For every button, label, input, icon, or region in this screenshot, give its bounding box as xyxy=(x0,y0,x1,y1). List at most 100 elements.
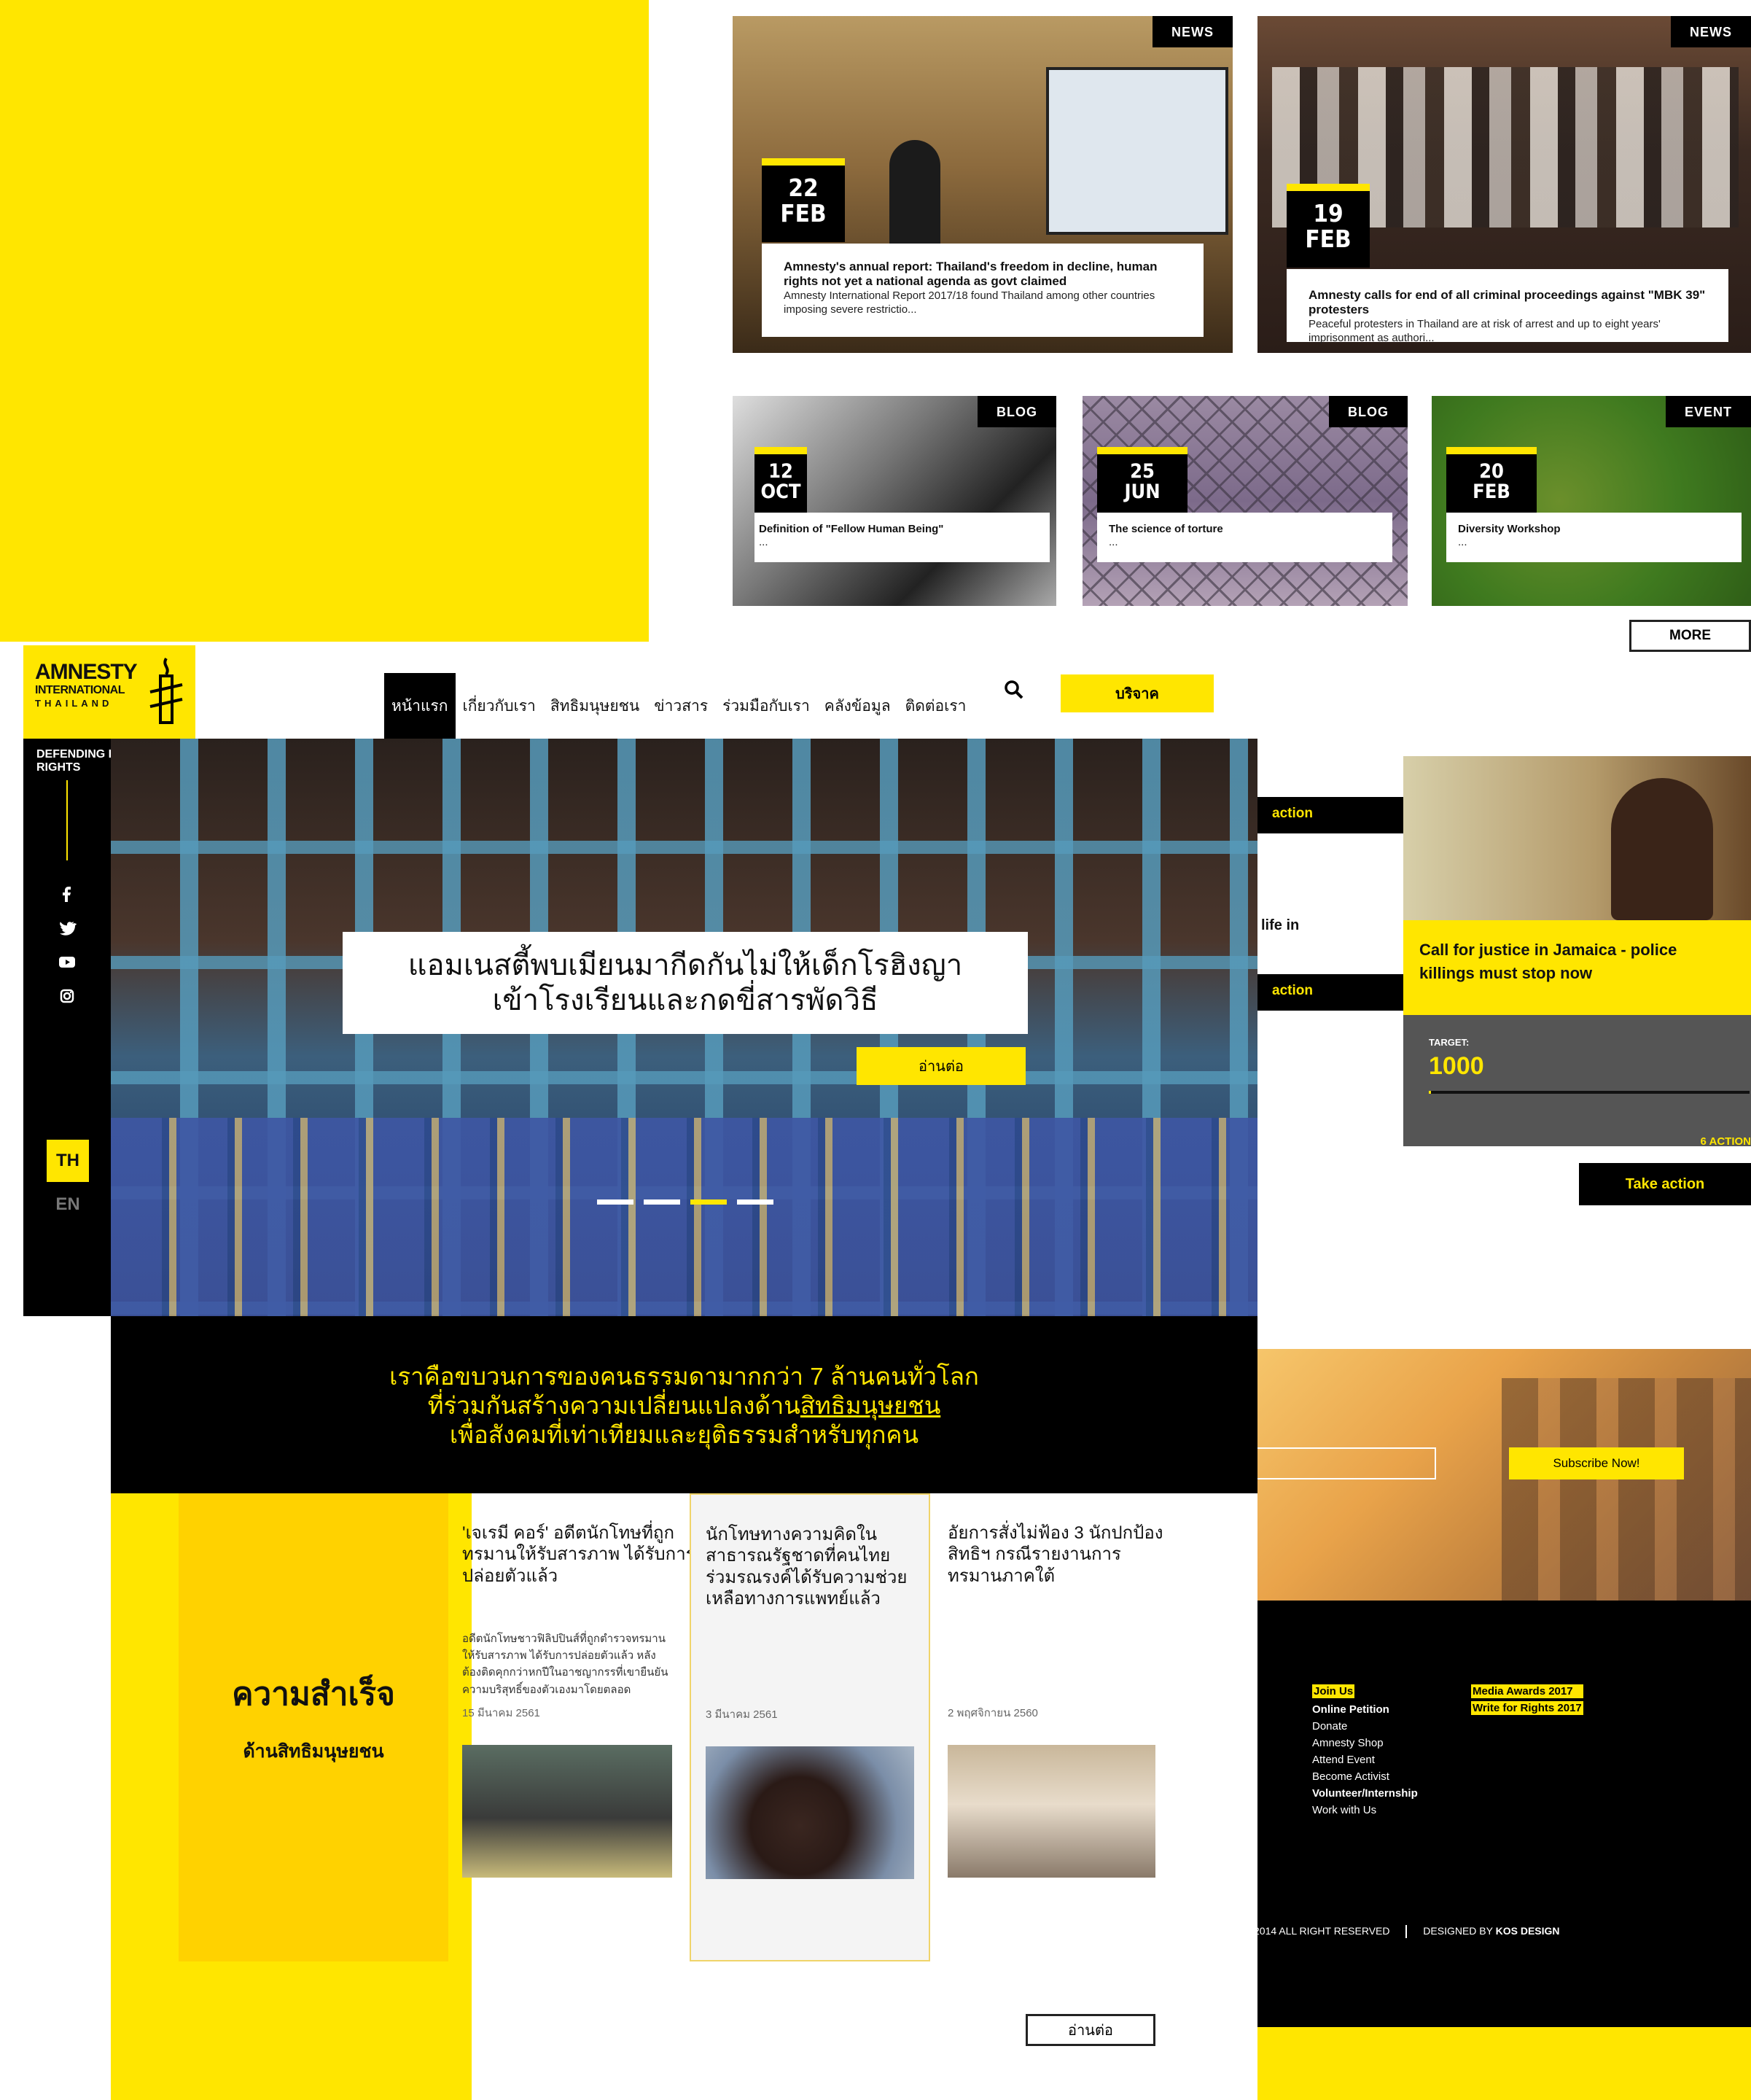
search-icon[interactable] xyxy=(1002,678,1026,701)
news-title[interactable]: Amnesty calls for end of all criminal pr… xyxy=(1309,288,1707,318)
footer-link[interactable]: Attend Event xyxy=(1312,1751,1418,1768)
event-card[interactable]: EVENT 20 FEB Diversity Workshop ... xyxy=(1432,396,1751,606)
hero-read-more-button[interactable]: อ่านต่อ xyxy=(857,1047,1026,1085)
hero-banner: แอมเนสตี้พบเมียนมากีดกันไม่ให้เด็กโรฮิงญ… xyxy=(111,739,1257,1316)
story-title[interactable]: นักโทษทางความคิดในสาธารณรัฐชาดที่คนไทยร่… xyxy=(706,1524,914,1609)
story-title[interactable]: อัยการสั่งไม่ฟ้อง 3 นักปกป้องสิทธิฯ กรณี… xyxy=(948,1522,1166,1587)
news-excerpt: Amnesty International Report 2017/18 fou… xyxy=(784,289,1155,316)
footer-link[interactable]: Amnesty Shop xyxy=(1312,1735,1418,1751)
campaign-title[interactable]: Call for justice in Jamaica - police kil… xyxy=(1419,938,1735,985)
card-title[interactable]: Definition of "Fellow Human Being" xyxy=(759,523,1045,536)
slide-dot[interactable] xyxy=(737,1199,773,1205)
news-tag: NEWS xyxy=(1671,16,1751,47)
copyright-text: 2014 ALL RIGHT RESERVED xyxy=(1254,1925,1390,1937)
date-month: OCT xyxy=(760,481,801,504)
human-rights-link[interactable]: สิทธิมนุษยชน xyxy=(800,1392,940,1419)
date-month: FEB xyxy=(1305,224,1352,253)
lang-en[interactable]: EN xyxy=(47,1186,89,1223)
subscribe-email-field[interactable] xyxy=(1254,1447,1436,1479)
blog-card[interactable]: BLOG 25 JUN The science of torture ... xyxy=(1083,396,1408,606)
youtube-icon[interactable] xyxy=(56,951,78,973)
date-box: 19 FEB xyxy=(1287,184,1370,268)
donate-button[interactable]: บริจาค xyxy=(1061,674,1214,712)
slide-indicators xyxy=(597,1199,773,1205)
footer-col-1: Join Us Online Petition Donate Amnesty S… xyxy=(1312,1684,1418,1819)
story-title[interactable]: 'เจเรมี คอร์' อดีตนักโทษที่ถูกทรมานให้รั… xyxy=(462,1522,695,1587)
instagram-icon[interactable] xyxy=(56,985,78,1007)
designer-name[interactable]: KOS DESIGN xyxy=(1496,1925,1560,1937)
lang-th[interactable]: TH xyxy=(47,1140,89,1182)
date-day: 12 xyxy=(768,460,793,483)
candle-icon xyxy=(149,657,183,724)
card-excerpt: ... xyxy=(1109,536,1118,548)
date-day: 19 xyxy=(1313,199,1344,228)
slide-dot[interactable] xyxy=(597,1199,633,1205)
card-title[interactable]: Diversity Workshop xyxy=(1458,523,1730,536)
take-action-button[interactable]: Take action xyxy=(1579,1163,1751,1205)
footer-copyright: 2014 ALL RIGHT RESERVED DESIGNED BY KOS … xyxy=(1254,1925,1560,1939)
story-excerpt: อดีตนักโทษชาวฟิลิปปินส์ที่ถูกตำรวจทรมานใ… xyxy=(462,1632,668,1696)
news-card[interactable]: NEWS 19 FEB Amnesty calls for end of all… xyxy=(1257,16,1751,353)
story-card[interactable]: อัยการสั่งไม่ฟ้อง 3 นักปกป้องสิทธิฯ กรณี… xyxy=(948,1493,1166,1961)
social-links xyxy=(56,882,78,1011)
yellow-backdrop-left xyxy=(0,0,649,642)
card-excerpt: ... xyxy=(759,536,768,548)
mission-line-2: ที่ร่วมกันสร้างความเปลี่ยนแปลงด้านสิทธิม… xyxy=(427,1392,941,1419)
success-title: ความสำเร็จ xyxy=(232,1676,395,1712)
nav-home[interactable]: หน้าแรก xyxy=(384,673,456,739)
story-card[interactable]: นักโทษทางความคิดในสาธารณรัฐชาดที่คนไทยร่… xyxy=(690,1493,930,1961)
nav-news[interactable]: ข่าวสาร xyxy=(647,673,715,739)
footer-heading[interactable]: Join Us xyxy=(1312,1684,1355,1698)
news-title[interactable]: Amnesty's annual report: Thailand's free… xyxy=(784,260,1182,289)
subscribe-button[interactable]: Subscribe Now! xyxy=(1509,1447,1684,1479)
footer-link[interactable]: Donate xyxy=(1312,1718,1418,1735)
story-card[interactable]: 'เจเรมี คอร์' อดีตนักโทษที่ถูกทรมานให้รั… xyxy=(462,1493,695,1961)
action-button-label: action xyxy=(1272,806,1313,821)
date-box: 12 OCT xyxy=(754,447,807,513)
action-button[interactable]: action xyxy=(1254,797,1409,833)
slide-dot[interactable] xyxy=(644,1199,680,1205)
date-month: JUN xyxy=(1124,481,1161,504)
story-photo xyxy=(706,1746,914,1879)
nav-human-rights[interactable]: สิทธิมนุษยชน xyxy=(543,673,647,739)
footer-link[interactable]: Volunteer/Internship xyxy=(1312,1785,1418,1802)
action-button-label: action xyxy=(1272,983,1313,998)
footer-divider xyxy=(1405,1925,1408,1939)
action-button[interactable]: action xyxy=(1254,974,1409,1011)
progress-track xyxy=(1429,1091,1750,1094)
success-subtitle: ด้านสิทธิมนุษยชน xyxy=(243,1741,384,1762)
date-day: 22 xyxy=(788,174,819,202)
nav-about[interactable]: เกี่ยวกับเรา xyxy=(456,673,543,739)
twitter-icon[interactable] xyxy=(56,917,78,938)
mission-line-3: เพื่อสังคมที่เท่าเทียมและยุติธรรมสำหรับท… xyxy=(449,1421,919,1448)
footer-link[interactable]: Online Petition xyxy=(1312,1701,1418,1718)
campaign-card[interactable]: Call for justice in Jamaica - police kil… xyxy=(1403,756,1751,1148)
more-button[interactable]: MORE xyxy=(1629,620,1751,652)
nav-resources[interactable]: คลังข้อมูล xyxy=(817,673,898,739)
card-tag: BLOG xyxy=(978,396,1056,427)
footer-heading[interactable]: Media Awards 2017 xyxy=(1471,1684,1583,1698)
news-photo-speaker xyxy=(889,140,940,249)
card-title[interactable]: The science of torture xyxy=(1109,523,1381,536)
hero-headline-line-2[interactable]: เข้าโรงเรียนและกดขี่สารพัดวิธี xyxy=(343,983,1028,1018)
slide-dot-active[interactable] xyxy=(690,1199,727,1205)
logo[interactable]: AMNESTY INTERNATIONAL THAILAND xyxy=(23,645,195,739)
facebook-icon[interactable] xyxy=(56,882,78,904)
stories-read-more-button[interactable]: อ่านต่อ xyxy=(1026,2014,1155,2046)
card-tag: BLOG xyxy=(1329,396,1408,427)
footer-link[interactable]: Become Activist xyxy=(1312,1768,1418,1785)
sidebar-divider xyxy=(66,780,68,860)
target-value: 1000 xyxy=(1429,1052,1484,1080)
nav-contact[interactable]: ติดต่อเรา xyxy=(898,673,974,739)
news-caption: Amnesty's annual report: Thailand's free… xyxy=(762,244,1204,337)
hero-headline-line-1[interactable]: แอมเนสตี้พบเมียนมากีดกันไม่ให้เด็กโรฮิงญ… xyxy=(343,948,1028,983)
hero-headline-box: แอมเนสตี้พบเมียนมากีดกันไม่ให้เด็กโรฮิงญ… xyxy=(343,932,1028,1034)
footer-link[interactable]: Work with Us xyxy=(1312,1802,1418,1819)
blog-card[interactable]: BLOG 12 OCT Definition of "Fellow Human … xyxy=(733,396,1056,606)
news-card[interactable]: NEWS 22 FEB Amnesty's annual report: Tha… xyxy=(733,16,1233,353)
footer-heading[interactable]: Write for Rights 2017 xyxy=(1471,1701,1583,1715)
front-screen: AMNESTY INTERNATIONAL THAILAND DEFENDING… xyxy=(23,645,1257,2100)
story-photo xyxy=(462,1745,672,1878)
nav-get-involved[interactable]: ร่วมมือกับเรา xyxy=(715,673,817,739)
campaign-photo xyxy=(1403,756,1751,920)
